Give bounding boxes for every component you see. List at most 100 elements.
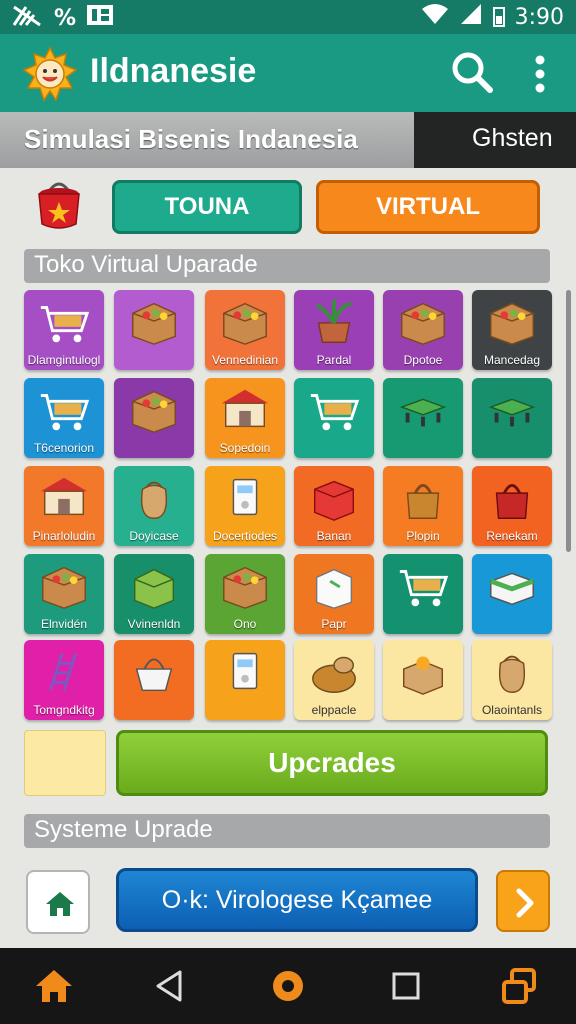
upgrade-tile[interactable]: Vvinenldn bbox=[114, 554, 194, 634]
upgrade-tile[interactable]: Papr bbox=[294, 554, 374, 634]
sim-icon bbox=[86, 4, 114, 32]
upgrade-tile[interactable]: elppacle bbox=[294, 640, 374, 720]
upgrade-tile-label: Renekam bbox=[486, 529, 538, 543]
upgrade-tile-label: Ono bbox=[233, 617, 257, 631]
upgrade-tile[interactable]: Sopedoin bbox=[205, 378, 285, 458]
status-percent: % bbox=[54, 5, 77, 31]
empty-slot[interactable] bbox=[24, 730, 106, 796]
upgrade-tile[interactable] bbox=[205, 640, 285, 720]
potted-plant-icon bbox=[316, 299, 352, 343]
upgrade-tile[interactable] bbox=[383, 554, 463, 634]
nav-home-circle-icon[interactable] bbox=[264, 962, 312, 1010]
wifi-icon bbox=[421, 3, 449, 31]
upgrade-tile[interactable]: Pinarloludin bbox=[24, 466, 104, 546]
more-vert-icon[interactable] bbox=[522, 52, 558, 96]
upgrade-tile[interactable] bbox=[114, 640, 194, 720]
market-stall-icon bbox=[221, 389, 269, 428]
upgrade-tile-label: Papr bbox=[321, 617, 347, 631]
upgrade-tile[interactable]: Dlamgintulogl bbox=[24, 290, 104, 370]
scrollbar[interactable] bbox=[566, 290, 571, 552]
virologese-action-button[interactable]: O·k: Virologese Kçamee bbox=[116, 868, 478, 932]
upgrade-tile[interactable]: T6cenorion bbox=[24, 378, 104, 458]
upgrade-tile[interactable]: Tomgndkitg bbox=[24, 640, 104, 720]
red-pot-star-icon[interactable] bbox=[34, 180, 84, 232]
upgrade-tile[interactable]: Mancedag bbox=[472, 290, 552, 370]
smiley-sun-logo-icon bbox=[22, 46, 78, 102]
upgrade-tile[interactable] bbox=[383, 378, 463, 458]
basket-icon bbox=[135, 658, 173, 692]
upgrade-tile[interactable] bbox=[114, 290, 194, 370]
upgrades-button[interactable]: Upcrades bbox=[116, 730, 548, 796]
nav-recents-icon[interactable] bbox=[382, 962, 430, 1010]
upgrade-tile-label: Banan bbox=[316, 529, 352, 543]
upgrade-tile[interactable]: Doyicase bbox=[114, 466, 194, 546]
paper-box-icon bbox=[315, 568, 353, 609]
upgrade-tile[interactable] bbox=[472, 554, 552, 634]
upgrade-tile-label: Doyicase bbox=[129, 529, 179, 543]
red-box-icon bbox=[313, 480, 355, 521]
home-button[interactable] bbox=[26, 870, 90, 934]
section-system-title: Systeme Uprade bbox=[34, 816, 213, 843]
pallet-icon bbox=[488, 398, 536, 427]
upgrade-tile[interactable] bbox=[472, 378, 552, 458]
mode-touna-button[interactable]: TOUNA bbox=[112, 180, 302, 234]
upgrade-tile-label: T6cenorion bbox=[33, 441, 95, 455]
home-icon bbox=[46, 892, 74, 916]
appliance-icon bbox=[232, 478, 258, 516]
section-header-upgrade: Toko Virtual Uparade bbox=[24, 249, 550, 283]
next-button[interactable] bbox=[496, 870, 550, 932]
upgrade-tile-label: Vennedinian bbox=[211, 353, 279, 367]
app-bar: Ildnanesie bbox=[0, 34, 576, 112]
upgrade-tile-label: Elnvidén bbox=[40, 617, 88, 631]
goods-box-icon bbox=[490, 302, 534, 345]
vegetable-crate-icon bbox=[223, 566, 267, 609]
shopping-cart-icon bbox=[310, 394, 360, 431]
handbag-icon bbox=[495, 484, 529, 519]
chevron-right-icon bbox=[516, 888, 534, 918]
upgrade-tile-label: Sopedoin bbox=[219, 441, 271, 455]
sub-header-right-label: Ghsten bbox=[472, 124, 553, 152]
sack-icon bbox=[140, 481, 168, 519]
upgrade-tile[interactable]: Docertiodes bbox=[205, 466, 285, 546]
upgrade-tile-label: Mancedag bbox=[483, 353, 541, 367]
upgrade-tile[interactable]: Olaointanls bbox=[472, 640, 552, 720]
bag-icon bbox=[406, 484, 440, 519]
vegetable-crate-icon bbox=[223, 302, 267, 345]
cart-stall-icon bbox=[40, 306, 90, 343]
upgrade-tile-label: Pardal bbox=[316, 353, 352, 367]
produce-box-icon bbox=[132, 390, 176, 433]
cell-signal-icon bbox=[459, 3, 483, 31]
nav-switch-icon[interactable] bbox=[496, 962, 544, 1010]
upgrade-tile[interactable] bbox=[294, 378, 374, 458]
upgrade-tile[interactable] bbox=[114, 378, 194, 458]
upgrade-tile[interactable]: Renekam bbox=[472, 466, 552, 546]
upgrade-tile[interactable]: Banan bbox=[294, 466, 374, 546]
upgrade-tile[interactable]: Pardal bbox=[294, 290, 374, 370]
pallet-icon bbox=[399, 398, 447, 427]
status-time: 3:90 bbox=[514, 4, 564, 30]
upgrade-tile[interactable]: Elnvidén bbox=[24, 554, 104, 634]
upgrade-tile-label: Olaointanls bbox=[481, 703, 543, 717]
upgrade-tile-label: Dlamgintulogl bbox=[27, 353, 101, 367]
sub-header-title: Simulasi Bisenis Indanesia bbox=[24, 124, 358, 154]
upgrade-tile-label: Vvinenldn bbox=[127, 617, 181, 631]
nav-back-icon[interactable] bbox=[146, 962, 194, 1010]
section-upgrade-title: Toko Virtual Uparade bbox=[34, 251, 258, 278]
signal-off-icon bbox=[12, 3, 44, 33]
upgrade-tile-label: Plopin bbox=[406, 529, 440, 543]
sub-header-right-tab[interactable]: Ghsten bbox=[414, 112, 576, 168]
upgrade-tile-label: Pinarloludin bbox=[32, 529, 96, 543]
upgrade-tile[interactable]: Vennedinian bbox=[205, 290, 285, 370]
upgrade-tile[interactable]: Ono bbox=[205, 554, 285, 634]
nav-home-icon[interactable] bbox=[30, 962, 78, 1010]
upgrade-tile[interactable]: Plopin bbox=[383, 466, 463, 546]
sub-header-title-bar: Simulasi Bisenis Indanesia bbox=[0, 112, 414, 168]
sub-header: Simulasi Bisenis Indanesia Ghsten bbox=[0, 112, 576, 168]
mode-virtual-button[interactable]: VIRTUAL bbox=[316, 180, 540, 234]
search-icon[interactable] bbox=[448, 48, 496, 96]
upgrade-tile[interactable] bbox=[383, 640, 463, 720]
produce-crate-icon bbox=[42, 566, 86, 609]
bread-basket-icon bbox=[312, 656, 356, 693]
upgrade-tile[interactable]: Dpotoe bbox=[383, 290, 463, 370]
app-title: Ildnanesie bbox=[90, 52, 257, 90]
